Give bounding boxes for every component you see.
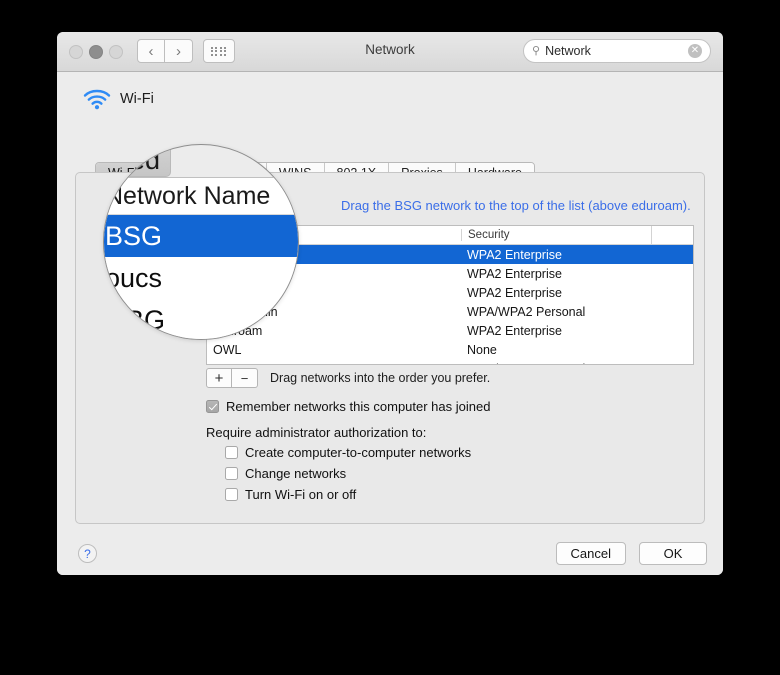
chevron-right-icon: ›: [176, 42, 181, 60]
search-field[interactable]: ⚲ Network ✕: [523, 39, 711, 63]
admin-option-row[interactable]: Create computer-to-computer networks: [225, 445, 471, 460]
cell-security: None: [467, 342, 497, 357]
cell-security: WPA2 Enterprise: [467, 247, 562, 262]
close-button[interactable]: [69, 45, 83, 59]
remember-networks-label: Remember networks this computer has join…: [226, 399, 491, 414]
magnifier-loupe: erred Network Name BSG oucs OBG BSG Admi…: [103, 144, 299, 340]
column-header-security[interactable]: Security: [461, 229, 651, 241]
admin-authorization-options: Create computer-to-computer networks Cha…: [225, 445, 471, 508]
magnifier-content: erred Network Name BSG oucs OBG BSG Admi…: [104, 145, 298, 339]
chevron-left-icon: ‹: [148, 42, 154, 60]
window-titlebar: ‹ › Network ⚲ Network ✕: [57, 32, 723, 72]
ok-button[interactable]: OK: [639, 542, 707, 565]
forward-button[interactable]: ›: [165, 39, 193, 63]
add-network-button[interactable]: +: [206, 368, 232, 388]
wifi-settings-sheet: Wi-Fi Wi-Fi TCP/IP DNS WINS 802.1X Proxi…: [57, 72, 723, 575]
change-networks-checkbox[interactable]: [225, 467, 238, 480]
cell-auto-join: [651, 359, 693, 364]
magnified-tab-fragment: erred: [104, 145, 172, 177]
cell-auto-join: [651, 245, 693, 264]
turn-wifi-on-off-checkbox[interactable]: [225, 488, 238, 501]
minimize-button[interactable]: [89, 45, 103, 59]
show-all-button[interactable]: [203, 39, 235, 63]
cell-security: WPA2 Enterprise: [467, 323, 562, 338]
cell-security: WPA2 Enterprise: [467, 266, 562, 281]
remember-networks-row[interactable]: Remember networks this computer has join…: [206, 399, 490, 414]
network-preferences-window: ‹ › Network ⚲ Network ✕ Wi-Fi Drag the B…: [57, 32, 723, 575]
admin-option-row[interactable]: Change networks: [225, 466, 471, 481]
table-row[interactable]: OWL None: [207, 340, 693, 359]
magnified-network-table: Network Name BSG oucs OBG BSG Admin: [104, 177, 298, 339]
create-computer-networks-checkbox[interactable]: [225, 446, 238, 459]
cell-auto-join: [651, 302, 693, 321]
drag-order-hint: Drag networks into the order you prefer.: [270, 371, 491, 385]
remove-network-button[interactable]: −: [232, 368, 258, 388]
zoom-button[interactable]: [109, 45, 123, 59]
cell-network-name: BT-HUB: [207, 362, 461, 365]
cell-security: WPA/WPA2 Personal: [461, 362, 651, 365]
admin-option-label: Create computer-to-computer networks: [245, 445, 472, 460]
cell-auto-join: [651, 340, 693, 359]
magnified-column-header: Network Name: [104, 178, 298, 215]
search-icon: ⚲: [532, 45, 541, 57]
help-button[interactable]: ?: [78, 544, 97, 563]
cell-security: WPA2 Enterprise: [467, 285, 562, 300]
remember-networks-checkbox[interactable]: [206, 400, 219, 413]
magnified-table-row: BSG: [104, 215, 298, 257]
table-row[interactable]: BT-HUB WPA/WPA2 Personal: [207, 359, 693, 365]
wifi-icon: [83, 89, 111, 110]
admin-option-row[interactable]: Turn Wi-Fi on or off: [225, 487, 471, 502]
admin-option-label: Turn Wi-Fi on or off: [245, 487, 357, 502]
service-header: Wi-Fi: [83, 88, 154, 110]
drag-instruction-annotation: Drag the BSG network to the top of the l…: [341, 198, 691, 213]
cell-auto-join: [651, 321, 693, 340]
admin-option-label: Change networks: [245, 466, 347, 481]
cell-network-name: OWL: [213, 342, 242, 357]
add-remove-network-controls: + − Drag networks into the order you pre…: [206, 368, 490, 388]
search-input[interactable]: Network: [545, 44, 688, 58]
clear-icon[interactable]: ✕: [688, 44, 702, 58]
cancel-button[interactable]: Cancel: [555, 542, 626, 565]
cell-auto-join: [651, 283, 693, 302]
service-name-label: Wi-Fi: [120, 91, 154, 107]
magnified-table-row: oucs: [105, 262, 163, 293]
column-header-auto-join[interactable]: [651, 226, 693, 244]
back-button[interactable]: ‹: [137, 39, 165, 63]
cell-security: WPA/WPA2 Personal: [467, 304, 586, 319]
cell-auto-join: [651, 264, 693, 283]
require-admin-label: Require administrator authorization to:: [206, 425, 427, 440]
grid-view-icon: [210, 46, 228, 56]
magnified-table-row: OBG: [105, 304, 166, 335]
